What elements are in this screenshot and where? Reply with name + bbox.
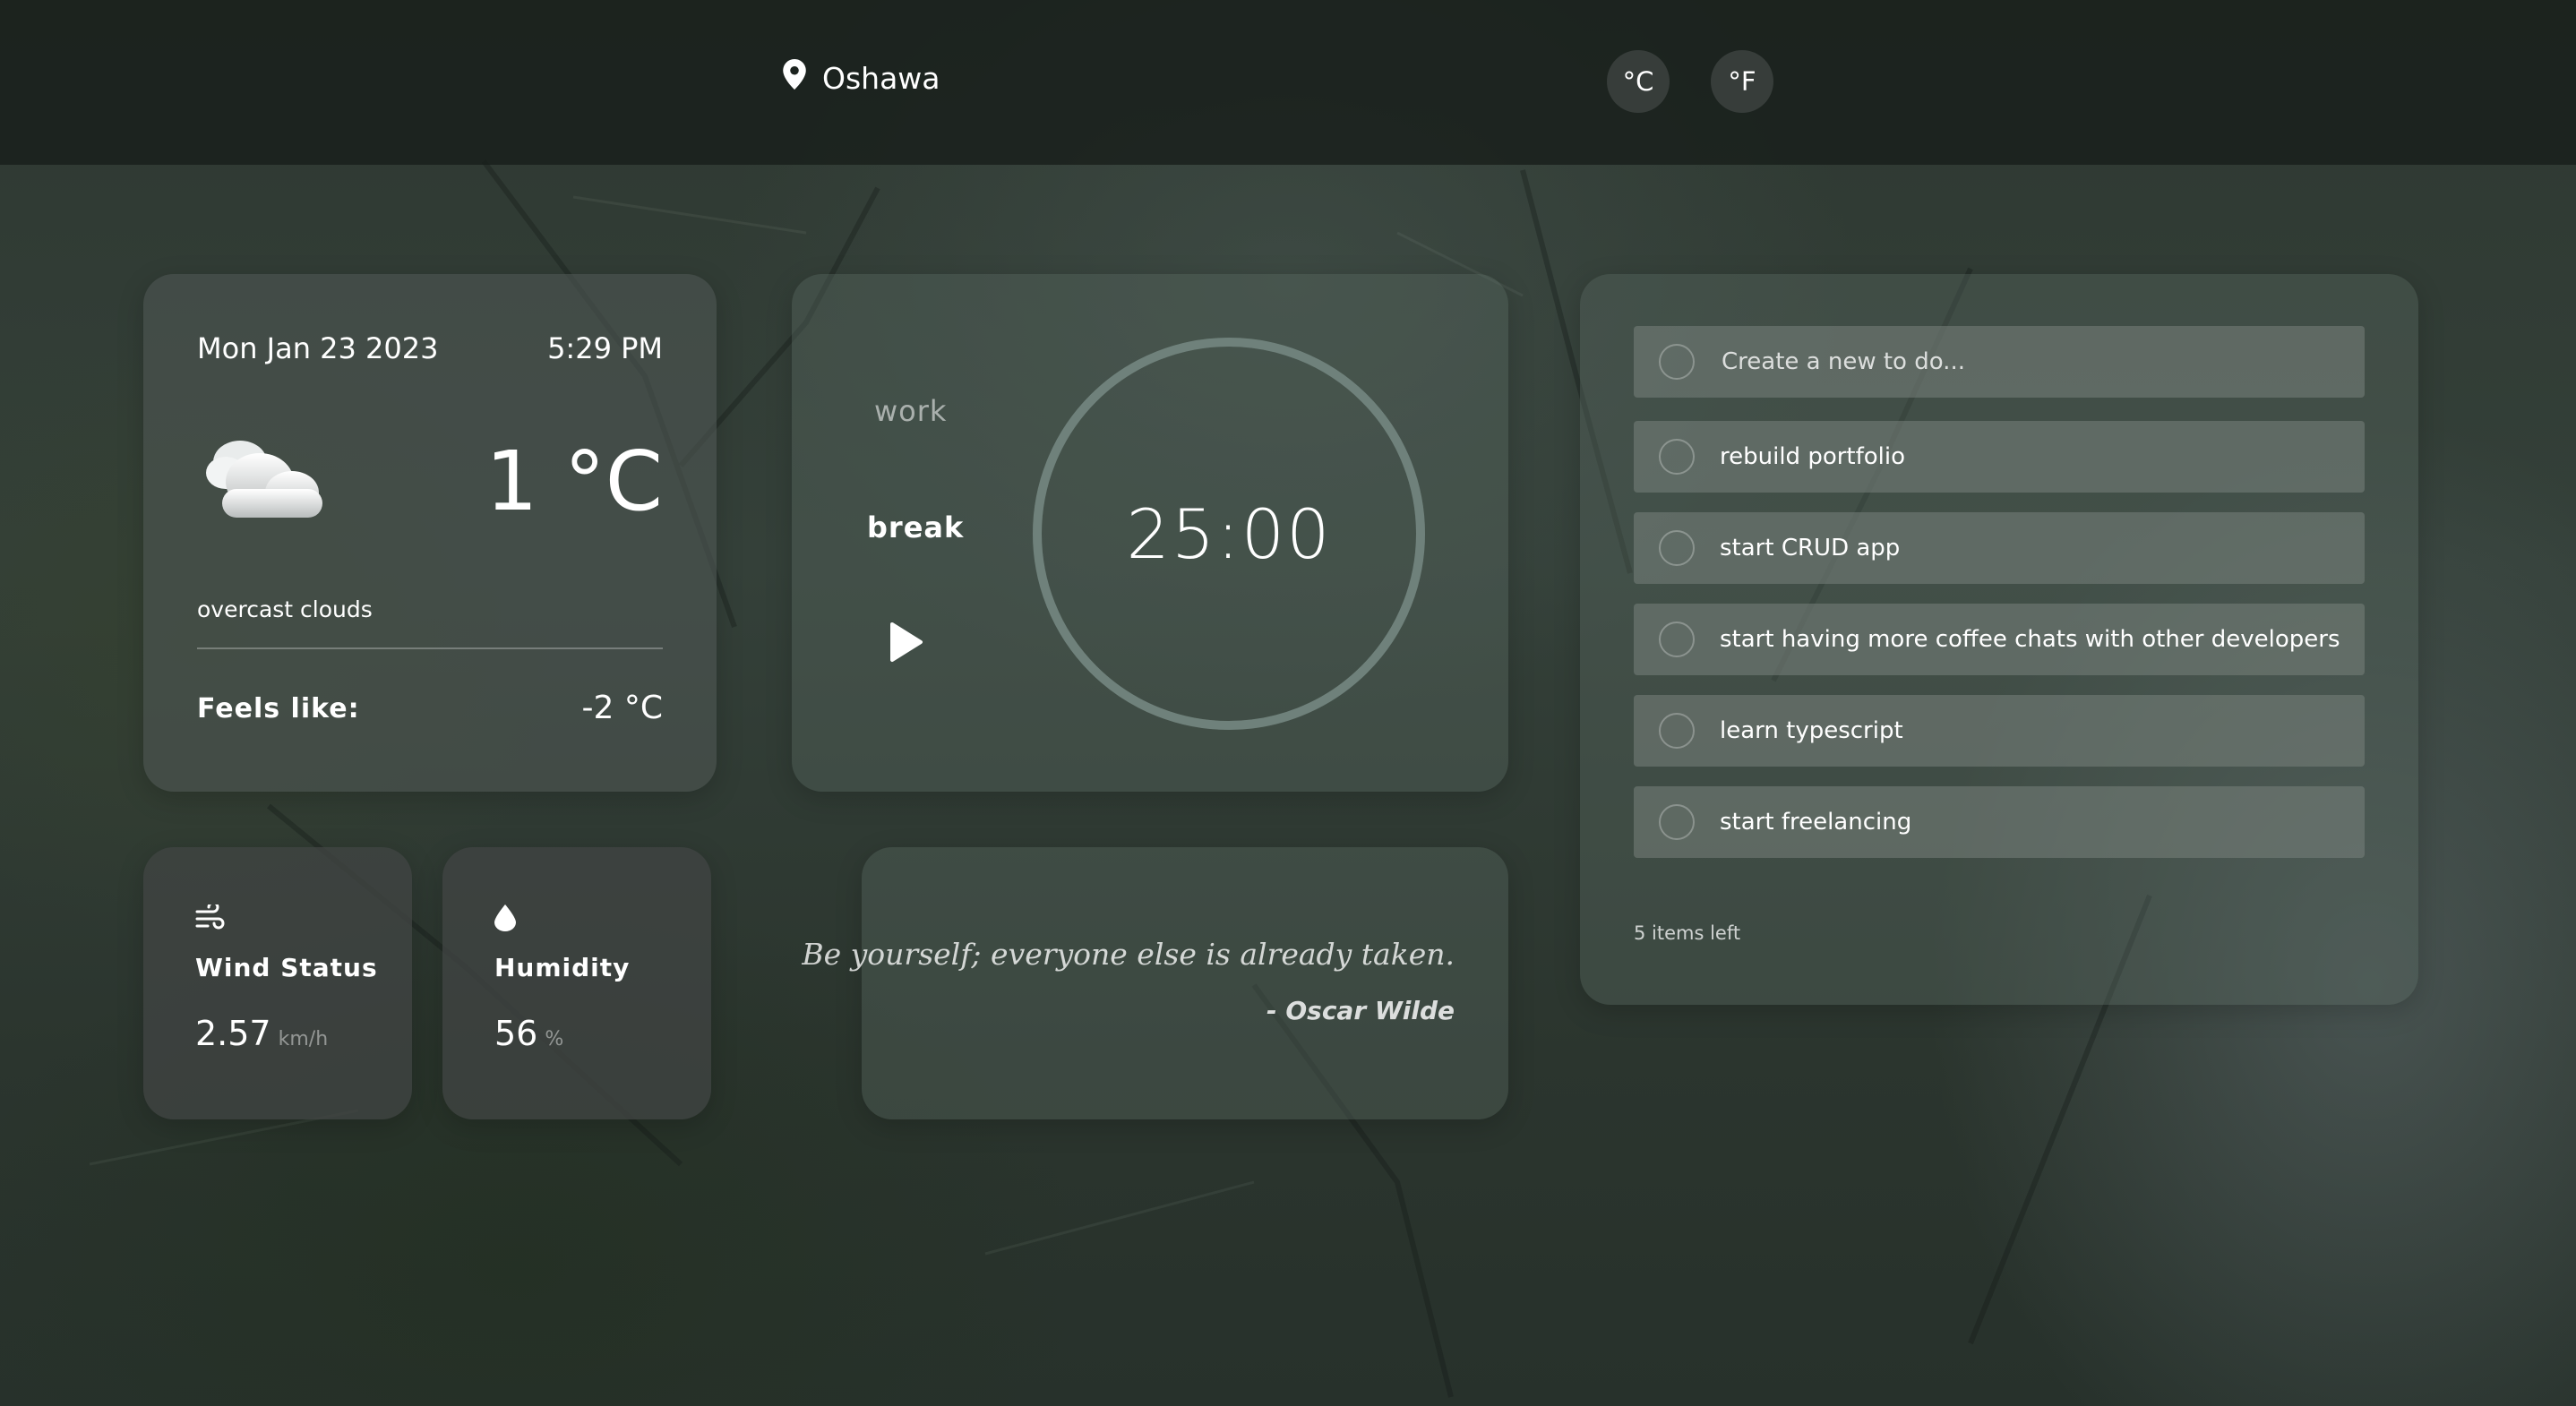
todo-card: rebuild portfolio start CRUD app start hav… [1580, 274, 2418, 1005]
humidity-card: Humidity 56% [442, 847, 711, 1119]
items-left-count: 5 items left [1634, 922, 1741, 944]
fahrenheit-button[interactable]: °F [1711, 50, 1773, 113]
wind-status-card: Wind Status 2.57 km/h [143, 847, 412, 1119]
cloud-icon [195, 426, 330, 528]
todo-text: start having more coffee chats with othe… [1720, 626, 2340, 653]
pomodoro-card: work break 25:00 [792, 274, 1508, 792]
location: Oshawa [783, 59, 940, 97]
todo-item[interactable]: rebuild portfolio [1634, 421, 2365, 493]
current-temperature: 1 °C [485, 433, 663, 529]
play-icon[interactable] [889, 622, 924, 666]
quote-card: Be yourself; everyone else is already ta… [802, 847, 1508, 1119]
todo-item[interactable]: start freelancing [1634, 786, 2365, 858]
todo-text: start freelancing [1720, 809, 1912, 836]
weather-description: overcast clouds [197, 596, 373, 622]
new-todo-check[interactable] [1659, 344, 1695, 380]
top-bar: Oshawa °C °F [0, 0, 2576, 165]
todo-text: learn typescript [1720, 717, 1903, 744]
todo-check[interactable] [1659, 530, 1695, 566]
divider [197, 647, 663, 649]
location-name: Oshawa [822, 60, 940, 96]
humidity-reading: 56% [494, 1014, 563, 1053]
weather-date: Mon Jan 23 2023 [197, 331, 439, 365]
feels-like-value: -2 °C [581, 690, 663, 726]
wind-icon [195, 901, 226, 935]
wind-speed-value: 2.57 [195, 1014, 271, 1053]
wind-speed-unit: km/h [278, 1028, 329, 1050]
feels-like-label: Feels like: [197, 693, 360, 724]
new-todo-row [1634, 326, 2365, 398]
humidity-label: Humidity [494, 953, 631, 982]
droplet-icon [494, 904, 516, 935]
todo-item[interactable]: learn typescript [1634, 695, 2365, 767]
todo-text: rebuild portfolio [1720, 443, 1906, 470]
new-todo-input[interactable] [1720, 347, 2350, 376]
todo-item[interactable]: start CRUD app [1634, 512, 2365, 584]
humidity-unit: % [545, 1028, 564, 1050]
humidity-value: 56 [494, 1014, 538, 1053]
todo-check[interactable] [1659, 622, 1695, 657]
todo-check[interactable] [1659, 439, 1695, 475]
celsius-button[interactable]: °C [1607, 50, 1670, 113]
quote-author: - Oscar Wilde [1267, 996, 1455, 1025]
todo-check[interactable] [1659, 713, 1695, 749]
work-mode-button[interactable]: work [874, 394, 947, 428]
todo-item[interactable]: start having more coffee chats with othe… [1634, 604, 2365, 675]
location-pin-icon [783, 59, 806, 97]
timer-display: 25:00 [1126, 493, 1332, 574]
weather-card: Mon Jan 23 2023 5:29 PM 1 °C overcast cl… [143, 274, 717, 792]
weather-time: 5:29 PM [547, 331, 663, 365]
quote-text: Be yourself; everyone else is already ta… [802, 937, 1455, 972]
todo-check[interactable] [1659, 804, 1695, 840]
break-mode-button[interactable]: break [867, 510, 964, 544]
wind-status-label: Wind Status [195, 953, 378, 982]
wind-speed: 2.57 km/h [195, 1014, 328, 1053]
todo-text: start CRUD app [1720, 535, 1901, 562]
